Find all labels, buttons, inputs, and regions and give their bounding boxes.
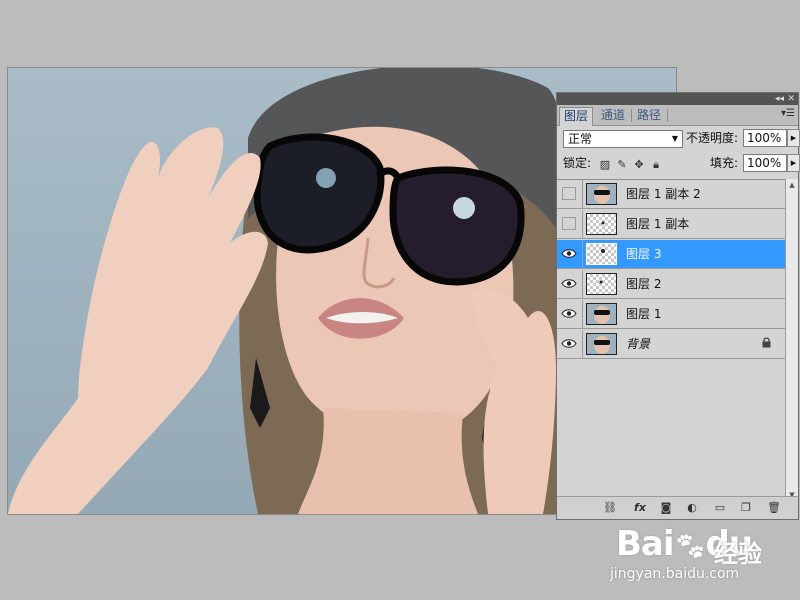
visibility-toggle-off[interactable] [562, 217, 576, 230]
layer-name: 图层 2 [626, 277, 662, 291]
visibility-cell[interactable] [557, 240, 583, 268]
lock-all-icon[interactable]: 🔒︎ [650, 159, 662, 171]
collapse-icon[interactable]: ◂◂ [775, 93, 784, 105]
layer-thumbnail [586, 273, 617, 295]
lock-icon [762, 337, 771, 348]
eye-icon[interactable] [561, 278, 577, 289]
visibility-cell[interactable] [557, 210, 583, 238]
panel-tabs: 图层 通道 路径 ▾☰ [557, 105, 798, 126]
lock-move-icon[interactable]: ✥ [633, 159, 645, 171]
layer-name: 图层 1 副本 [626, 217, 690, 231]
mask-icon[interactable]: ◙ [659, 501, 673, 515]
opacity-stepper[interactable]: ▶ [787, 129, 800, 147]
fill-field[interactable]: 100% [743, 154, 787, 172]
layer-row[interactable]: 图层 1 [557, 300, 785, 329]
layer-name: 图层 1 [626, 307, 662, 321]
lock-brush-icon[interactable]: ✎ [616, 159, 628, 171]
blend-mode-value: 正常 [568, 132, 593, 146]
scroll-up-icon[interactable]: ▲ [786, 179, 798, 191]
layer-row[interactable]: 图层 1 副本 2 [557, 180, 785, 209]
layers-list: 图层 1 副本 2 图层 1 副本 图层 3 图层 2 图层 1 背景 [557, 179, 785, 450]
chevron-down-icon: ▼ [671, 134, 678, 143]
watermark-url: jingyan.baidu.com [610, 566, 740, 582]
layers-scrollbar[interactable]: ▲ ▼ [785, 179, 798, 501]
visibility-cell[interactable] [557, 330, 583, 358]
blend-row: 正常 ▼ 不透明度: 100% ▶ [557, 126, 800, 150]
layer-name: 图层 1 副本 2 [626, 187, 701, 201]
photo-thumb-icon [587, 334, 616, 354]
fill-stepper[interactable]: ▶ [787, 154, 800, 172]
opacity-label: 不透明度: [686, 131, 739, 145]
watermark-logo-text: Bai [616, 524, 675, 564]
lock-row: 锁定: ▨ ✎ ✥ 🔒︎ 填充: 100% ▶ [557, 153, 800, 177]
panel-menu-icon[interactable]: ▾☰ [781, 108, 795, 119]
eye-icon[interactable] [561, 308, 577, 319]
link-icon[interactable]: ⛓ [603, 501, 617, 515]
eye-icon[interactable] [561, 338, 577, 349]
photo-thumb-icon [587, 184, 616, 204]
visibility-cell[interactable] [557, 300, 583, 328]
layer-thumbnail [586, 213, 617, 235]
layer-row[interactable]: 图层 1 副本 [557, 210, 785, 239]
layer-row-selected[interactable]: 图层 3 [557, 240, 785, 269]
layer-thumbnail [586, 183, 617, 205]
fill-label: 填充: [710, 156, 739, 170]
visibility-cell[interactable] [557, 270, 583, 298]
layer-name: 图层 3 [626, 247, 662, 261]
layer-thumbnail [586, 243, 617, 265]
tab-layers[interactable]: 图层 [559, 107, 594, 126]
photo-thumb-icon [587, 304, 616, 324]
tab-paths[interactable]: 路径 [633, 107, 665, 125]
layers-panel: ◂◂ ✕ 图层 通道 路径 ▾☰ 正常 ▼ 不透明度: 100% ▶ 锁定: ▨… [556, 92, 800, 520]
layer-row[interactable]: 图层 2 [557, 270, 785, 299]
adjustment-icon[interactable]: ◐ [685, 501, 699, 515]
fx-icon[interactable]: fx [633, 501, 647, 515]
group-icon[interactable]: ▭ [713, 501, 727, 515]
transparent-thumb-icon [601, 249, 605, 253]
visibility-cell[interactable] [557, 180, 583, 208]
layer-thumbnail [586, 303, 617, 325]
lock-transparent-icon[interactable]: ▨ [599, 159, 611, 171]
lock-label: 锁定: [563, 156, 592, 170]
watermark-cn: 经验 [714, 540, 762, 568]
tab-divider [631, 109, 632, 122]
blend-mode-select[interactable]: 正常 ▼ [563, 130, 683, 148]
tab-channels[interactable]: 通道 [597, 107, 629, 125]
layer-row[interactable]: 背景 [557, 330, 785, 359]
opacity-field[interactable]: 100% [743, 129, 787, 147]
close-icon[interactable]: ✕ [787, 93, 795, 105]
visibility-toggle-off[interactable] [562, 187, 576, 200]
new-layer-icon[interactable]: ❐ [739, 501, 753, 515]
eye-icon[interactable] [561, 248, 577, 259]
watermark: Bai🐾︎du 经验 jingyan.baidu.com [608, 516, 788, 588]
layer-name: 背景 [626, 337, 651, 351]
panel-title-bar: ◂◂ ✕ [557, 93, 798, 105]
transparent-thumb-icon [599, 280, 603, 284]
layer-thumbnail [586, 333, 617, 355]
transparent-thumb-icon [601, 221, 605, 225]
paw-icon: 🐾︎ [673, 532, 707, 562]
tab-divider [667, 109, 668, 122]
trash-icon[interactable]: 🗑︎ [767, 501, 781, 515]
